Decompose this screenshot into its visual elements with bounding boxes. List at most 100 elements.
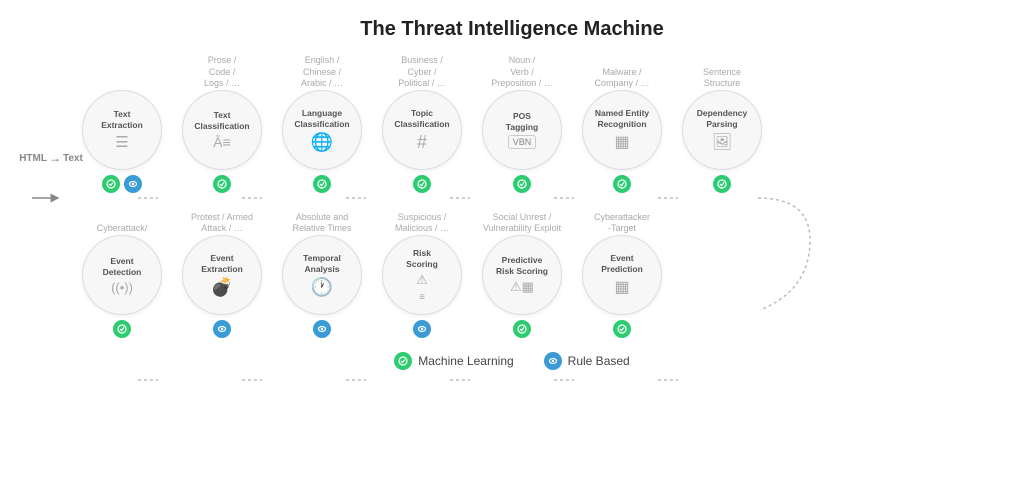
circle-event-detection: EventDetection ((•)) [82, 235, 162, 315]
connector-2 [262, 155, 282, 193]
legend-rb: Rule Based [544, 352, 630, 370]
badges-temporal-analysis [313, 320, 331, 338]
node-dependency-parsing: SentenceStructure DependencyParsing 🖼 [682, 60, 762, 193]
badges-event-prediction [613, 320, 631, 338]
node-label: TextClassification [194, 110, 249, 132]
circle-event-extraction: EventExtraction 💣 [182, 235, 262, 315]
node-label: TextExtraction [101, 109, 143, 131]
sublabel-named-entity: Malware /Company / … [594, 60, 649, 90]
badges-pos-tagging [513, 175, 531, 193]
node-label: EventPrediction [601, 253, 643, 275]
circle-temporal-analysis: TemporalAnalysis 🕐 [282, 235, 362, 315]
icon-topic-classification: # [417, 132, 427, 153]
node-topic-classification: Business /Cyber /Political / … TopicClas… [382, 55, 462, 193]
node-label: PredictiveRisk Scoring [496, 255, 548, 277]
connector-r2-3 [362, 300, 382, 338]
page: The Threat Intelligence Machine [0, 0, 1024, 502]
sublabel-event-detection: Cyberattack/ [97, 205, 148, 235]
circle-pos-tagging: POSTagging VBN [482, 90, 562, 170]
badge-ml [613, 320, 631, 338]
connector-6 [662, 155, 682, 193]
sublabel-risk-scoring: Suspicious /Malicious / … [395, 205, 449, 235]
node-label: TemporalAnalysis [303, 253, 341, 275]
node-pos-tagging: Noun /Verb /Preposition / … POSTagging V… [482, 55, 562, 193]
badges-language-classification [313, 175, 331, 193]
icon-event-detection: ((•)) [111, 280, 133, 295]
connector-r2-2 [262, 300, 282, 338]
badges-topic-classification [413, 175, 431, 193]
icon-event-extraction: 💣 [211, 277, 233, 298]
badges-text-classification [213, 175, 231, 193]
arrow-icon: → [49, 151, 61, 165]
circle-predictive-risk-scoring: PredictiveRisk Scoring ⚠▦ [482, 235, 562, 315]
node-predictive-risk-scoring: Social Unrest /Vulnerability Exploit Pre… [482, 205, 562, 338]
badges-risk-scoring [413, 320, 431, 338]
node-label: EventDetection [103, 256, 142, 278]
badge-rule-legend [544, 352, 562, 370]
legend-rb-label: Rule Based [568, 354, 630, 368]
icon-text-classification: Ā≡ [213, 134, 231, 150]
html-label: HTML [19, 153, 47, 164]
connector-1 [162, 155, 182, 193]
icon-language-classification: 🌐 [311, 132, 333, 153]
node-label: EventExtraction [201, 253, 243, 275]
icon-risk-scoring: ⚠≡ [416, 272, 428, 303]
circle-text-extraction: TextExtraction ☰ [82, 90, 162, 170]
icon-pos-tagging: VBN [508, 135, 537, 149]
circle-language-classification: LanguageClassification 🌐 [282, 90, 362, 170]
sublabel-language-classification: English /Chinese /Arabic / … [301, 55, 343, 90]
sublabel-dependency-parsing: SentenceStructure [703, 60, 741, 90]
circle-named-entity: Named EntityRecognition ▦ [582, 90, 662, 170]
node-event-extraction: Protest / ArmedAttack / … EventExtractio… [182, 205, 262, 338]
node-label: TopicClassification [394, 108, 449, 130]
node-label: Named EntityRecognition [595, 108, 649, 130]
node-text-classification: Prose /Code /Logs / … TextClassification… [182, 55, 262, 193]
badge-rule [124, 175, 142, 193]
node-risk-scoring: Suspicious /Malicious / … RiskScoring ⚠≡ [382, 205, 462, 338]
connector-r2-1 [162, 300, 182, 338]
node-label: RiskScoring [406, 248, 438, 270]
page-title: The Threat Intelligence Machine [20, 18, 1004, 41]
badge-ml [613, 175, 631, 193]
html-to-text: HTML → Text [20, 134, 82, 193]
badges-event-extraction [213, 320, 231, 338]
sublabel-text-classification: Prose /Code /Logs / … [204, 55, 240, 90]
node-temporal-analysis: Absolute andRelative Times TemporalAnaly… [282, 205, 362, 338]
icon-event-prediction: ▦ [614, 277, 629, 297]
circle-risk-scoring: RiskScoring ⚠≡ [382, 235, 462, 315]
badge-rule [313, 320, 331, 338]
badge-ml [713, 175, 731, 193]
legend-ml-label: Machine Learning [418, 354, 513, 368]
connector-4 [462, 155, 482, 193]
sublabel-pos-tagging: Noun /Verb /Preposition / … [491, 55, 553, 90]
node-language-classification: English /Chinese /Arabic / … LanguageCla… [282, 55, 362, 193]
sublabel-temporal-analysis: Absolute andRelative Times [292, 205, 351, 235]
node-label: LanguageClassification [294, 108, 349, 130]
badges-text-extraction [102, 175, 142, 193]
connector-r2-4 [462, 300, 482, 338]
icon-named-entity: ▦ [614, 132, 629, 152]
icon-temporal-analysis: 🕐 [311, 277, 333, 298]
icon-text-extraction: ☰ [115, 133, 128, 151]
badge-ml [213, 175, 231, 193]
icon-dependency-parsing: 🖼 [712, 132, 732, 152]
badges-predictive-risk-scoring [513, 320, 531, 338]
badges-event-detection [113, 320, 131, 338]
badge-ml [413, 175, 431, 193]
icon-predictive-risk-scoring: ⚠▦ [510, 279, 534, 295]
badge-ml [313, 175, 331, 193]
sublabel-event-extraction: Protest / ArmedAttack / … [191, 205, 253, 235]
connector-r2-5 [562, 300, 582, 338]
legend: Machine Learning Rule Based [20, 352, 1004, 370]
connector-5 [562, 155, 582, 193]
sublabel-event-prediction: Cyberattacker-Target [594, 205, 650, 235]
node-text-extraction: TextExtraction ☰ [82, 60, 162, 193]
badges-named-entity [613, 175, 631, 193]
badge-ml [513, 320, 531, 338]
node-named-entity: Malware /Company / … Named EntityRecogni… [582, 60, 662, 193]
badge-ml-legend [394, 352, 412, 370]
circle-event-prediction: EventPrediction ▦ [582, 235, 662, 315]
badge-ml [513, 175, 531, 193]
text-label: Text [63, 153, 83, 164]
badges-dependency-parsing [713, 175, 731, 193]
